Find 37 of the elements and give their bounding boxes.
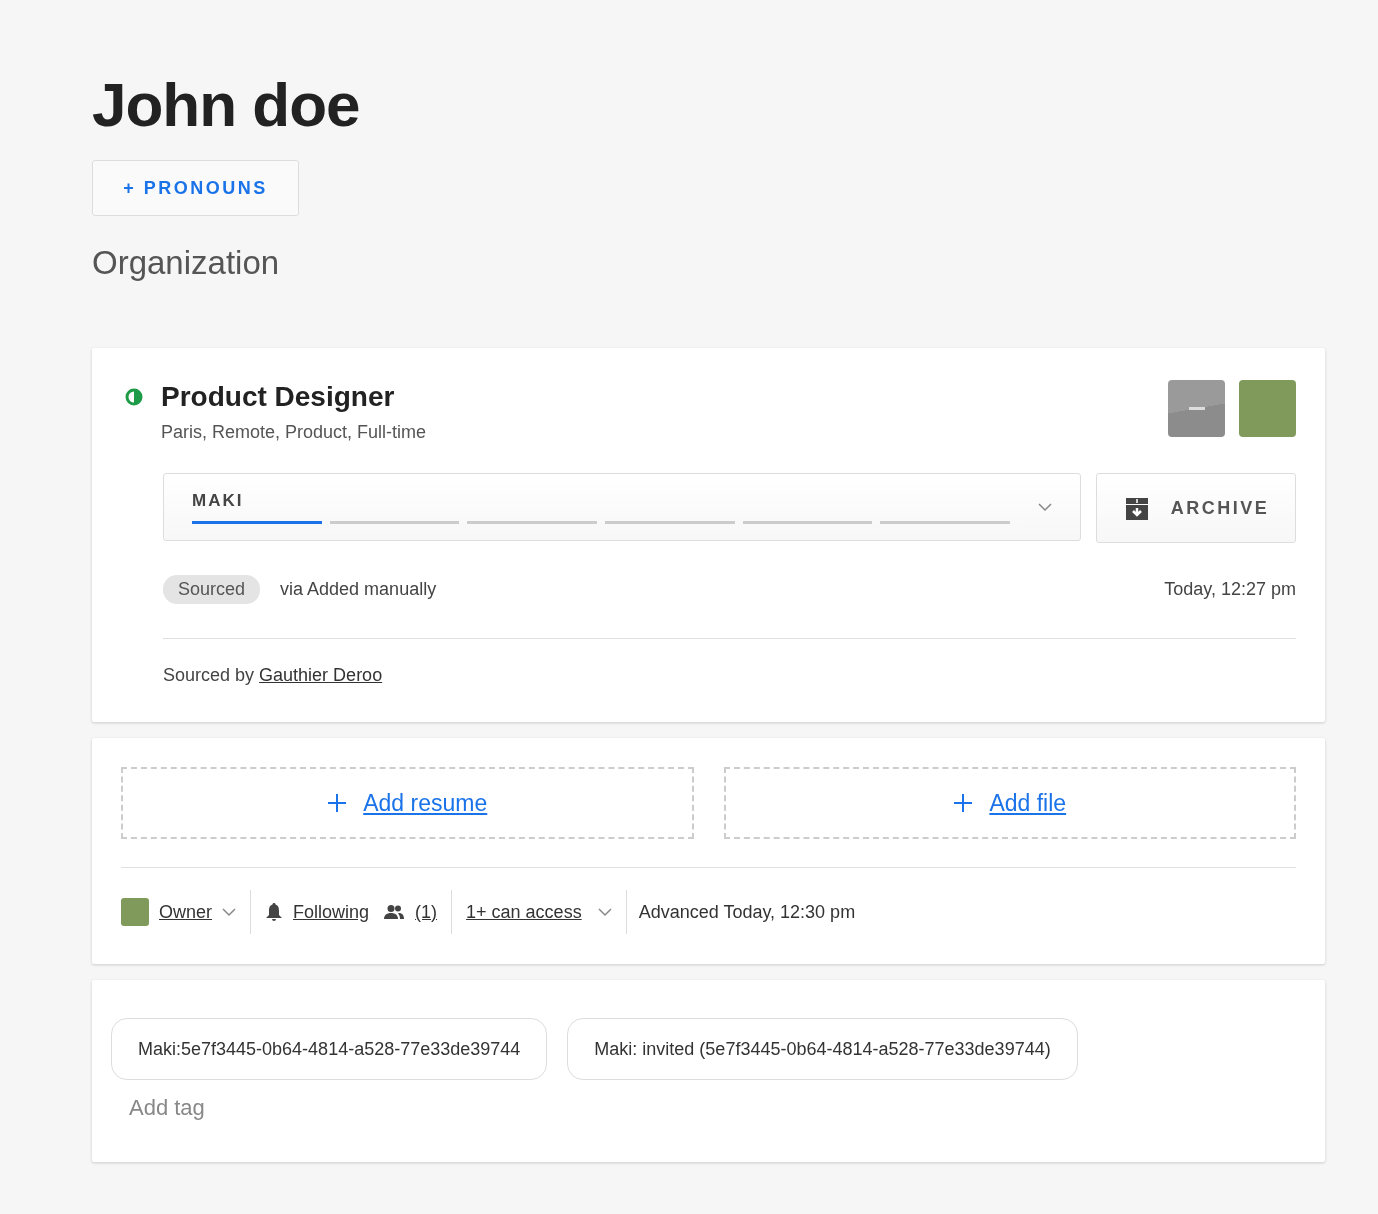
followers-count-link[interactable]: (1): [415, 901, 438, 923]
sourcer-link[interactable]: Gauthier Deroo: [259, 665, 383, 686]
organization-label: Organization: [92, 244, 280, 283]
chevron-down-icon: [1038, 502, 1052, 512]
chevron-down-icon: [222, 907, 236, 917]
status-icon: [125, 388, 143, 407]
stage-selector[interactable]: MAKI: [163, 473, 1081, 542]
archive-button[interactable]: ARCHIVE: [1096, 473, 1296, 544]
origin-text: via Added manually: [280, 579, 438, 601]
origin-tag: Sourced: [163, 575, 261, 605]
timestamp: Today, 12:27 pm: [1164, 579, 1296, 601]
tag-chip[interactable]: Maki: invited (5e7f3445-0b64-4814-a528-77e33de39744): [567, 1018, 1078, 1081]
advanced-timestamp: Advanced Today, 12:30 pm: [637, 901, 856, 923]
photo-placeholder: [1239, 380, 1296, 438]
bell-icon: [265, 902, 283, 923]
stage-segment[interactable]: [192, 520, 322, 524]
candidate-name: John doe: [92, 69, 360, 141]
job-details: Paris, Remote, Product, Full-time: [161, 422, 428, 444]
stage-label: MAKI: [192, 490, 245, 511]
people-icon: [383, 904, 406, 921]
placeholder-avatar: [1168, 380, 1225, 438]
add-file-link[interactable]: Add file: [989, 789, 1067, 817]
add-tag-field[interactable]: Add tag: [127, 1094, 431, 1123]
tag-chip[interactable]: Maki:5e7f3445-0b64-4814-a528-77e33de39744: [111, 1018, 548, 1081]
owner-avatar: [121, 898, 149, 927]
job-title: Product Designer: [161, 380, 396, 415]
sourced-by-label: Sourced by: [163, 665, 255, 686]
plus-icon: [953, 793, 974, 814]
access-link[interactable]: 1+ can access: [466, 901, 582, 923]
chevron-down-icon: [597, 907, 612, 917]
add-pronouns-button[interactable]: + PRONOUNS: [92, 160, 299, 217]
file-dropzone[interactable]: Add file: [723, 767, 1296, 840]
following-link[interactable]: Following: [293, 901, 370, 923]
add-resume-link[interactable]: Add resume: [363, 789, 488, 817]
resume-dropzone[interactable]: Add resume: [121, 767, 694, 840]
owner-link[interactable]: Owner: [159, 901, 212, 923]
plus-icon: [327, 793, 348, 814]
